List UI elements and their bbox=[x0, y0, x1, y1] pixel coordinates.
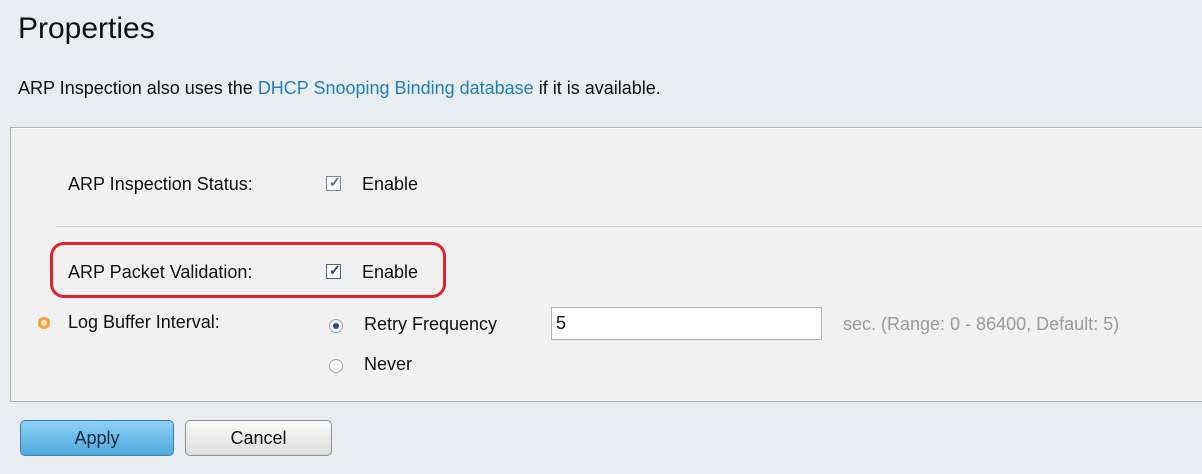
intro-text: ARP Inspection also uses the DHCP Snoopi… bbox=[18, 78, 661, 99]
arp-inspection-status-checkbox[interactable]: ✓ bbox=[326, 174, 341, 191]
dhcp-snooping-binding-link[interactable]: DHCP Snooping Binding database bbox=[258, 78, 534, 98]
apply-button[interactable]: Apply bbox=[20, 420, 174, 456]
arp-inspection-status-label: ARP Inspection Status: bbox=[68, 174, 253, 194]
retry-frequency-input[interactable] bbox=[551, 307, 822, 340]
section-divider bbox=[56, 226, 1202, 227]
retry-frequency-hint: sec. (Range: 0 - 86400, Default: 5) bbox=[843, 314, 1120, 334]
check-icon: ✓ bbox=[329, 262, 341, 278]
arp-packet-validation-enable-label: Enable bbox=[362, 262, 419, 282]
intro-suffix: if it is available. bbox=[533, 78, 661, 98]
never-label: Never bbox=[364, 354, 413, 374]
arp-packet-validation-label: ARP Packet Validation: bbox=[68, 262, 253, 282]
retry-frequency-label: Retry Frequency bbox=[364, 314, 498, 334]
cancel-button[interactable]: Cancel bbox=[185, 420, 332, 456]
intro-prefix: ARP Inspection also uses the bbox=[18, 78, 258, 98]
arp-packet-validation-checkbox[interactable]: ✓ bbox=[326, 262, 341, 279]
never-radio[interactable] bbox=[329, 359, 343, 373]
retry-frequency-radio[interactable] bbox=[329, 319, 343, 333]
required-indicator-icon bbox=[38, 317, 50, 329]
check-icon: ✓ bbox=[329, 174, 341, 190]
log-buffer-interval-label: Log Buffer Interval: bbox=[68, 312, 220, 332]
page-title: Properties bbox=[18, 12, 155, 45]
arp-inspection-status-enable-label: Enable bbox=[362, 174, 419, 194]
